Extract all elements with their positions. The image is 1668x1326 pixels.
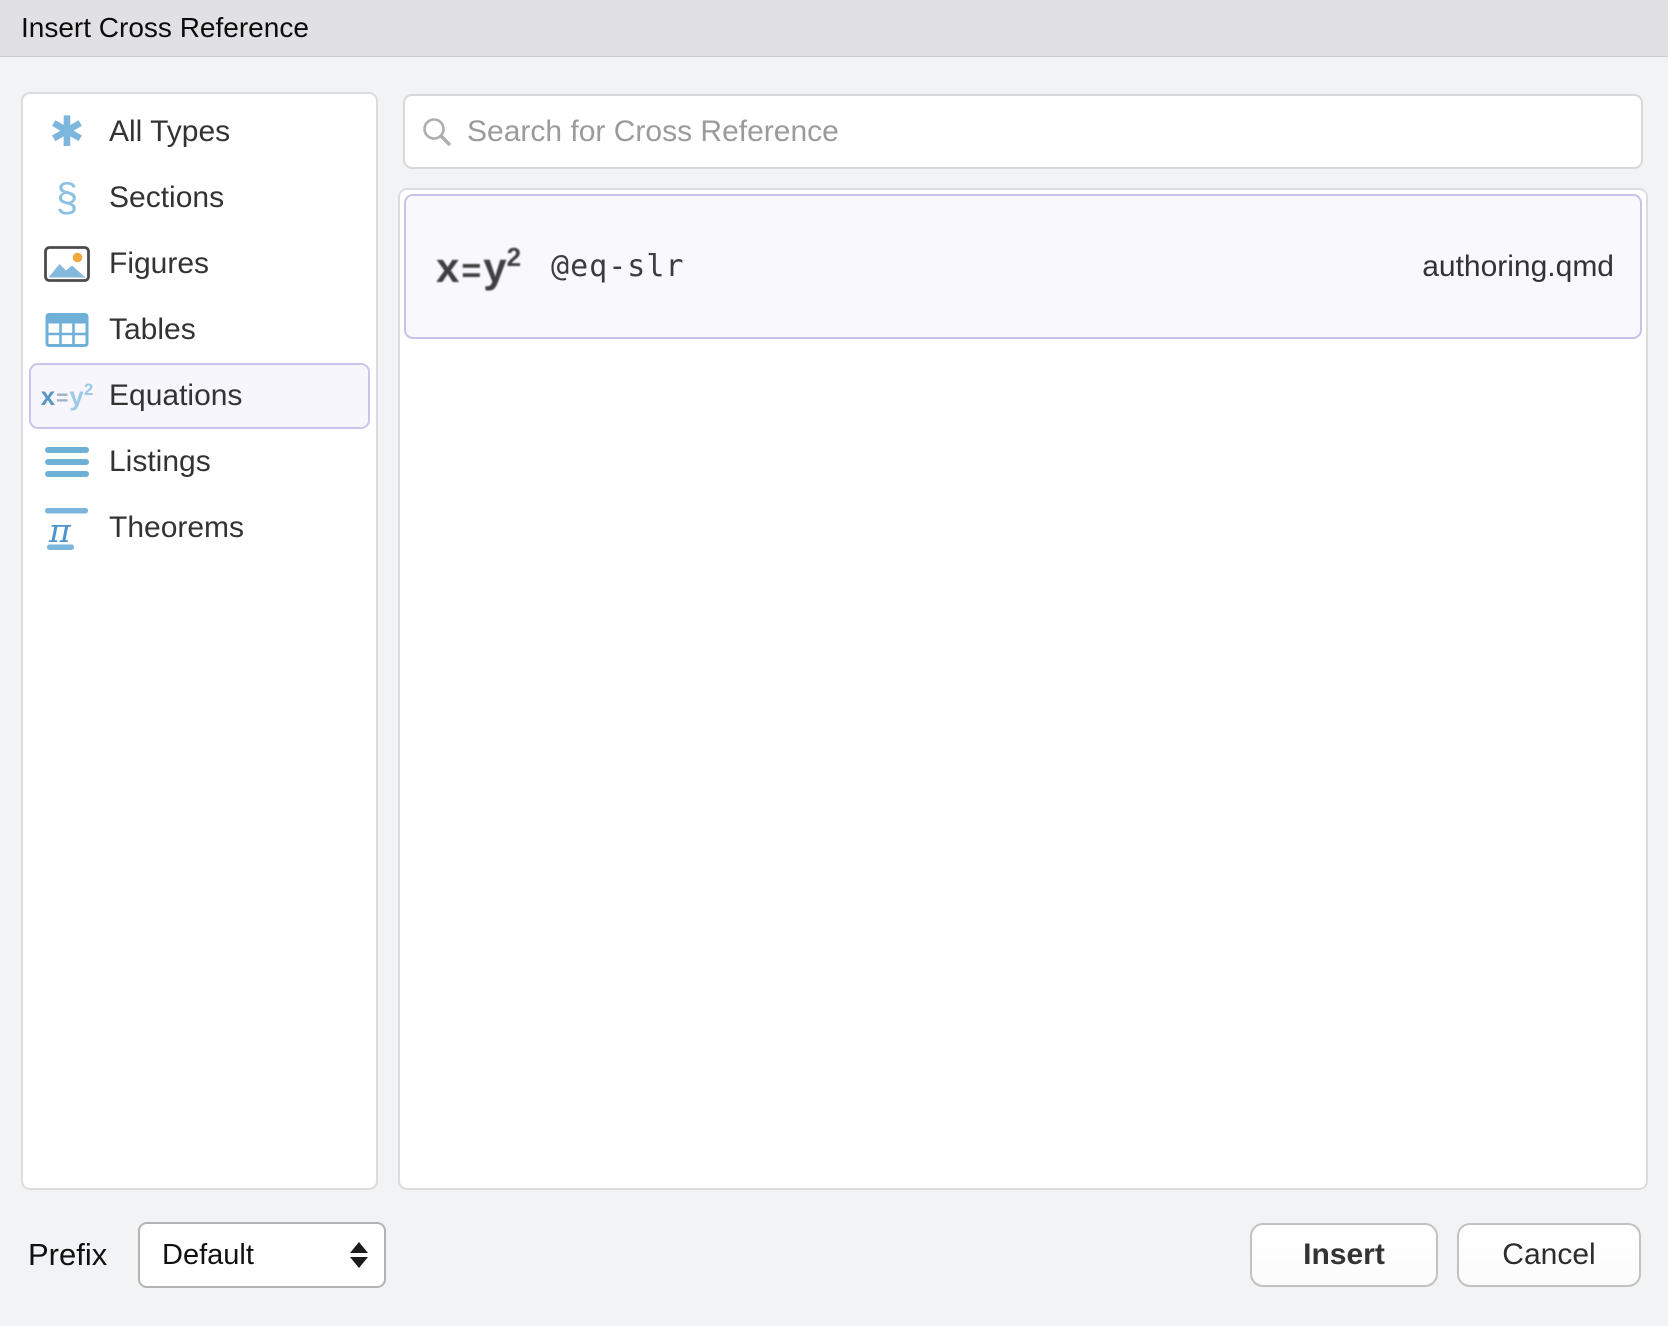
asterisk-icon: ✱ — [43, 108, 91, 156]
sidebar-item-sections[interactable]: § Sections — [29, 165, 370, 231]
sidebar-item-label: Listings — [109, 445, 211, 479]
sidebar-item-equations[interactable]: x=y2 Equations — [29, 363, 370, 429]
reference-file: authoring.qmd — [1422, 250, 1614, 284]
insert-button[interactable]: Insert — [1250, 1223, 1438, 1287]
cross-reference-row[interactable]: x=y2 @eq-slr authoring.qmd — [404, 194, 1642, 339]
prefix-label: Prefix — [28, 1222, 107, 1288]
sidebar-item-label: Equations — [109, 379, 242, 413]
search-box — [403, 94, 1643, 169]
search-icon — [421, 116, 453, 148]
image-icon — [43, 240, 91, 288]
cross-reference-list: x=y2 @eq-slr authoring.qmd — [398, 188, 1648, 1190]
code-lines-icon — [43, 438, 91, 486]
sidebar-item-label: Figures — [109, 247, 209, 281]
pi-icon: π — [43, 504, 91, 552]
dialog-title: Insert Cross Reference — [21, 12, 309, 44]
prefix-select[interactable]: Default — [138, 1222, 386, 1288]
stepper-arrows-icon — [350, 1242, 368, 1268]
cancel-button[interactable]: Cancel — [1457, 1223, 1641, 1287]
sidebar-item-figures[interactable]: Figures — [29, 231, 370, 297]
equation-icon: x=y2 — [43, 372, 91, 420]
search-input[interactable] — [467, 115, 1623, 149]
sidebar-item-label: Tables — [109, 313, 196, 347]
section-sign-icon: § — [43, 174, 91, 222]
sidebar-item-label: All Types — [109, 115, 230, 149]
dialog-titlebar: Insert Cross Reference — [0, 0, 1668, 57]
reference-id: @eq-slr — [551, 249, 684, 284]
sidebar-item-tables[interactable]: Tables — [29, 297, 370, 363]
prefix-selected-value: Default — [162, 1239, 254, 1272]
sidebar-item-all-types[interactable]: ✱ All Types — [29, 99, 370, 165]
type-sidebar: ✱ All Types § Sections Figures — [21, 92, 378, 1190]
sidebar-item-label: Theorems — [109, 511, 244, 545]
table-grid-icon — [43, 306, 91, 354]
svg-text:π: π — [48, 511, 72, 550]
sidebar-item-label: Sections — [109, 181, 224, 215]
sidebar-item-listings[interactable]: Listings — [29, 429, 370, 495]
sidebar-item-theorems[interactable]: π Theorems — [29, 495, 370, 561]
equation-icon: x=y2 — [436, 244, 521, 289]
